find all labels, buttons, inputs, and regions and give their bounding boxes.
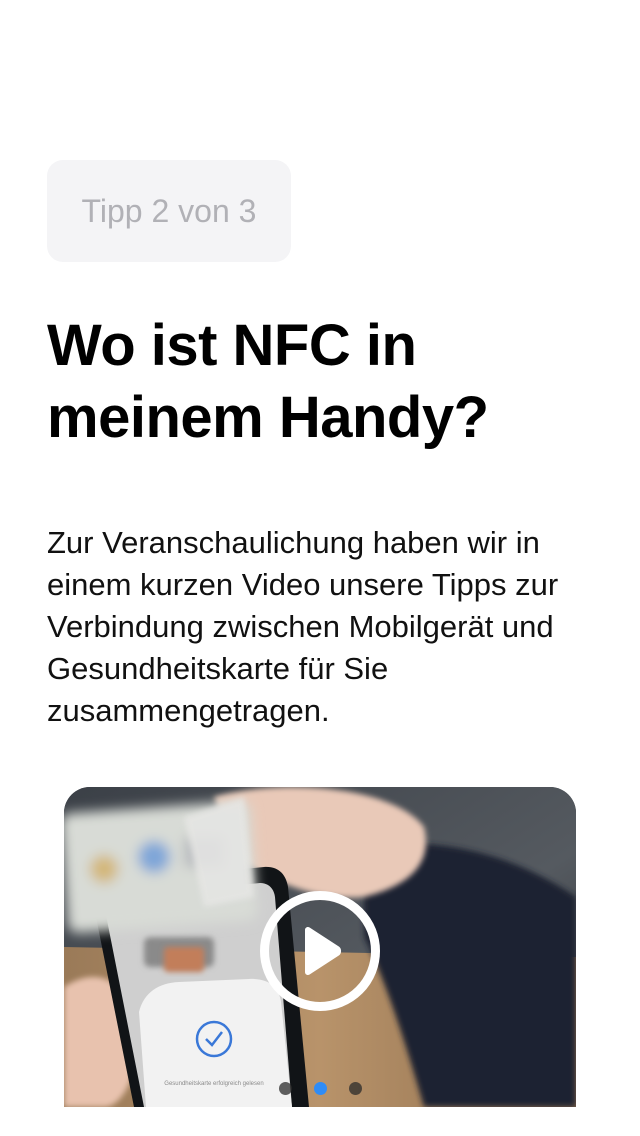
play-button[interactable] [260, 891, 380, 1011]
page-dot-2[interactable] [313, 1082, 327, 1095]
tip-counter-badge: Tipp 2 von 3 [47, 160, 291, 262]
page-dot-1[interactable] [278, 1082, 292, 1095]
video-thumbnail[interactable]: Gesundheitskarte erfolgreich gelesen [64, 787, 576, 1107]
page-title: Wo ist NFC in meinem Handy? [47, 313, 489, 450]
description-text: Zur Veranschaulichung haben wir in einem… [47, 525, 559, 728]
play-icon [305, 926, 342, 976]
page-dot-3[interactable] [348, 1082, 362, 1095]
page-indicator [64, 1082, 576, 1095]
tip-screen: Tipp 2 von 3 Wo ist NFC in meinem Handy?… [0, 0, 640, 1136]
tip-counter-label: Tipp 2 von 3 [81, 192, 257, 229]
